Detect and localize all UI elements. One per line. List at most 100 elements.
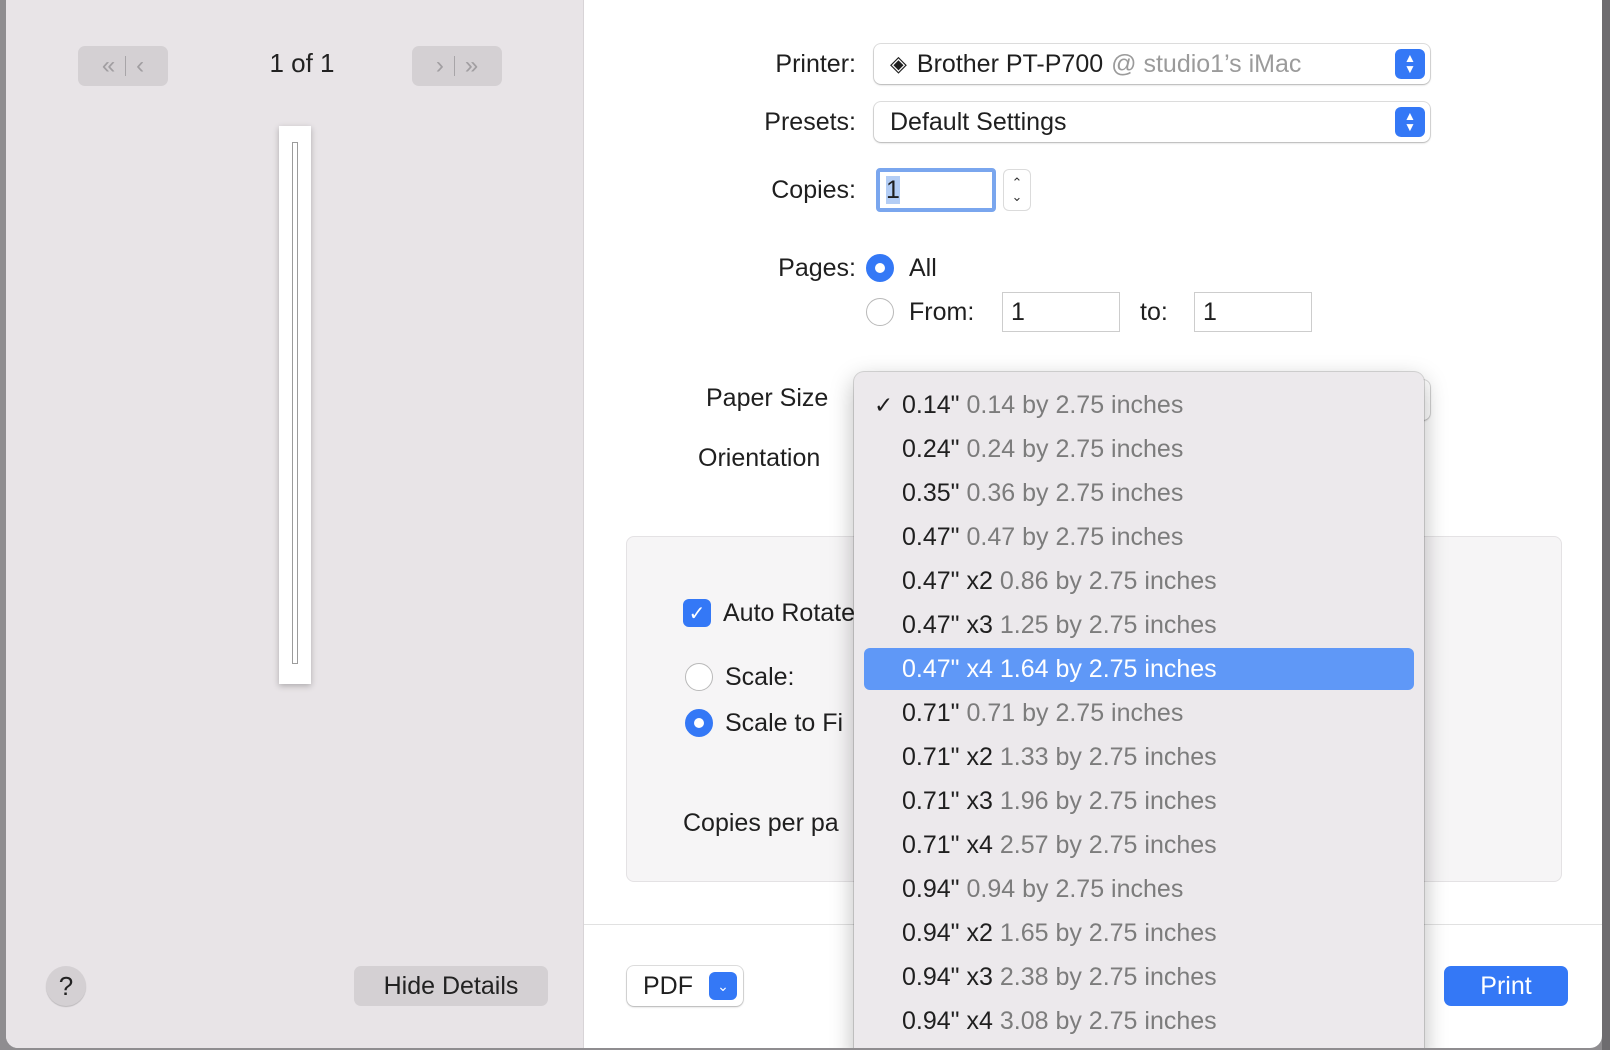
option-description: 1.64 by 2.75 inches bbox=[999, 655, 1217, 683]
paper-size-option[interactable]: 0.94" x2 1.65 by 2.75 inches bbox=[864, 912, 1414, 954]
printer-host: @ studio1’s iMac bbox=[1111, 49, 1302, 78]
presets-value: Default Settings bbox=[890, 107, 1067, 136]
next-page-icon[interactable]: › bbox=[436, 52, 444, 80]
option-name: 0.47" x3 bbox=[902, 611, 993, 639]
page-thumbnail bbox=[279, 126, 311, 684]
nav-divider bbox=[453, 56, 455, 76]
preview-pane: « ‹ 1 of 1 › » ? Hide Details bbox=[6, 0, 584, 1048]
option-name: 0.94" bbox=[902, 875, 960, 903]
option-name: 0.71" x2 bbox=[902, 743, 993, 771]
option-description: 0.24 by 2.75 inches bbox=[966, 435, 1184, 463]
presets-popup[interactable]: Default Settings ▲ ▼ bbox=[874, 102, 1430, 142]
option-description: 1.33 by 2.75 inches bbox=[999, 743, 1217, 771]
option-name: 0.47" x2 bbox=[902, 567, 993, 595]
nav-divider bbox=[125, 56, 127, 76]
pdf-label: PDF bbox=[643, 971, 693, 1000]
printer-name: Brother PT-P700 bbox=[916, 49, 1104, 78]
pages-all-label: All bbox=[909, 254, 937, 282]
printer-icon: ◈ bbox=[890, 51, 907, 76]
paper-size-option[interactable]: 0.35" 0.36 by 2.75 inches bbox=[864, 472, 1414, 514]
copies-value: 1 bbox=[886, 176, 900, 204]
pages-to-label: to: bbox=[1140, 298, 1168, 326]
copies-per-page-label: Copies per pa bbox=[683, 809, 839, 837]
option-name: 0.24" bbox=[902, 435, 960, 463]
option-description: 0.36 by 2.75 inches bbox=[966, 479, 1184, 507]
paper-size-option[interactable]: 0.94" x3 2.38 by 2.75 inches bbox=[864, 956, 1414, 998]
option-description: 3.08 by 2.75 inches bbox=[999, 1007, 1217, 1035]
option-description: 2.38 by 2.75 inches bbox=[999, 963, 1217, 991]
chevron-down-icon[interactable]: ⌄ bbox=[709, 972, 737, 1000]
paper-size-option[interactable]: 0.71" 0.71 by 2.75 inches bbox=[864, 692, 1414, 734]
first-page-icon[interactable]: « bbox=[102, 52, 115, 80]
option-name: 0.94" x2 bbox=[902, 919, 993, 947]
help-button[interactable]: ? bbox=[46, 966, 86, 1006]
paper-size-option[interactable]: 0.71" x3 1.96 by 2.75 inches bbox=[864, 780, 1414, 822]
pages-all-radio[interactable] bbox=[866, 254, 894, 282]
pages-to-input[interactable]: 1 bbox=[1194, 292, 1312, 332]
last-page-icon[interactable]: » bbox=[465, 52, 478, 80]
copies-stepper[interactable]: ⌃ ⌄ bbox=[1004, 170, 1030, 210]
pages-from-input[interactable]: 1 bbox=[1002, 292, 1120, 332]
option-name: 0.47" x4 bbox=[902, 655, 993, 683]
paper-size-option[interactable]: 0.94" x4 3.08 by 2.75 inches bbox=[864, 1000, 1414, 1042]
auto-rotate-label: Auto Rotate bbox=[723, 599, 856, 627]
scale-label: Scale: bbox=[725, 663, 795, 691]
option-name: 0.71" x4 bbox=[902, 831, 993, 859]
pages-from-label: From: bbox=[909, 298, 975, 326]
option-name: 0.35" bbox=[902, 479, 960, 507]
auto-rotate-checkbox[interactable]: ✓ bbox=[683, 599, 711, 627]
next-page-controls[interactable]: › » bbox=[412, 46, 502, 86]
option-name: 0.71" x3 bbox=[902, 787, 993, 815]
paper-size-option[interactable]: ✓ 0.14" 0.14 by 2.75 inches bbox=[864, 384, 1414, 426]
print-dialog: « ‹ 1 of 1 › » ? Hide Details Printer: ◈… bbox=[6, 0, 1602, 1048]
paper-size-option[interactable]: 0.71" x4 2.57 by 2.75 inches bbox=[864, 824, 1414, 866]
copies-input[interactable]: 1 bbox=[876, 168, 996, 212]
printer-popup[interactable]: ◈ Brother PT-P700 @ studio1’s iMac ▲ ▼ bbox=[874, 44, 1430, 84]
paper-size-option[interactable]: 0.71" x2 1.33 by 2.75 inches bbox=[864, 736, 1414, 778]
paper-size-option[interactable]: 0.47" x4 1.64 by 2.75 inches bbox=[864, 648, 1414, 690]
option-description: 0.71 by 2.75 inches bbox=[966, 699, 1184, 727]
copies-label: Copies: bbox=[771, 176, 856, 204]
presets-popup-chevrons[interactable]: ▲ ▼ bbox=[1395, 107, 1425, 137]
option-description: 0.86 by 2.75 inches bbox=[999, 567, 1217, 595]
pages-range-radio[interactable] bbox=[866, 298, 894, 326]
option-name: 0.14" bbox=[902, 391, 960, 419]
page-count: 1 of 1 bbox=[269, 48, 335, 78]
orientation-label: Orientation bbox=[698, 444, 821, 472]
option-description: 1.65 by 2.75 inches bbox=[999, 919, 1217, 947]
paper-size-menu: ✓ 0.14" 0.14 by 2.75 inches 0.24" 0.24 by … bbox=[854, 372, 1424, 1048]
presets-label: Presets: bbox=[764, 108, 856, 136]
option-description: 0.47 by 2.75 inches bbox=[966, 523, 1184, 551]
print-button[interactable]: Print bbox=[1444, 966, 1568, 1006]
background-window-edge bbox=[1602, 0, 1610, 1050]
printer-label: Printer: bbox=[775, 50, 856, 78]
checkmark-icon: ✓ bbox=[874, 392, 894, 418]
option-name: 0.71" bbox=[902, 699, 960, 727]
printer-popup-chevrons[interactable]: ▲ ▼ bbox=[1395, 49, 1425, 79]
increment-icon[interactable]: ⌃ bbox=[1012, 176, 1023, 190]
option-description: 1.96 by 2.75 inches bbox=[999, 787, 1217, 815]
paper-size-option[interactable]: 0.47" x3 1.25 by 2.75 inches bbox=[864, 604, 1414, 646]
option-description: 0.14 by 2.75 inches bbox=[966, 391, 1184, 419]
paper-size-option[interactable]: 0.94" 0.94 by 2.75 inches bbox=[864, 868, 1414, 910]
scale-to-fit-label: Scale to Fi bbox=[725, 709, 844, 737]
option-name: 0.94" x3 bbox=[902, 963, 993, 991]
decrement-icon[interactable]: ⌄ bbox=[1012, 190, 1023, 204]
option-name: 0.47" bbox=[902, 523, 960, 551]
hide-details-button[interactable]: Hide Details bbox=[354, 966, 548, 1006]
paper-size-option[interactable]: 0.24" 0.24 by 2.75 inches bbox=[864, 428, 1414, 470]
scale-radio[interactable] bbox=[685, 663, 713, 691]
paper-size-label: Paper Size bbox=[706, 384, 829, 412]
pages-label: Pages: bbox=[778, 254, 856, 282]
option-name: 0.94" x4 bbox=[902, 1007, 993, 1035]
paper-size-option[interactable]: 0.47" 0.47 by 2.75 inches bbox=[864, 516, 1414, 558]
previous-page-icon[interactable]: ‹ bbox=[136, 52, 144, 80]
scale-to-fit-radio[interactable] bbox=[685, 709, 713, 737]
option-description: 1.25 by 2.75 inches bbox=[999, 611, 1217, 639]
label-outline bbox=[292, 142, 298, 664]
option-description: 2.57 by 2.75 inches bbox=[999, 831, 1217, 859]
pdf-button[interactable]: PDF ⌄ bbox=[627, 966, 743, 1006]
option-description: 0.94 by 2.75 inches bbox=[966, 875, 1184, 903]
prev-page-controls[interactable]: « ‹ bbox=[78, 46, 168, 86]
paper-size-option[interactable]: 0.47" x2 0.86 by 2.75 inches bbox=[864, 560, 1414, 602]
